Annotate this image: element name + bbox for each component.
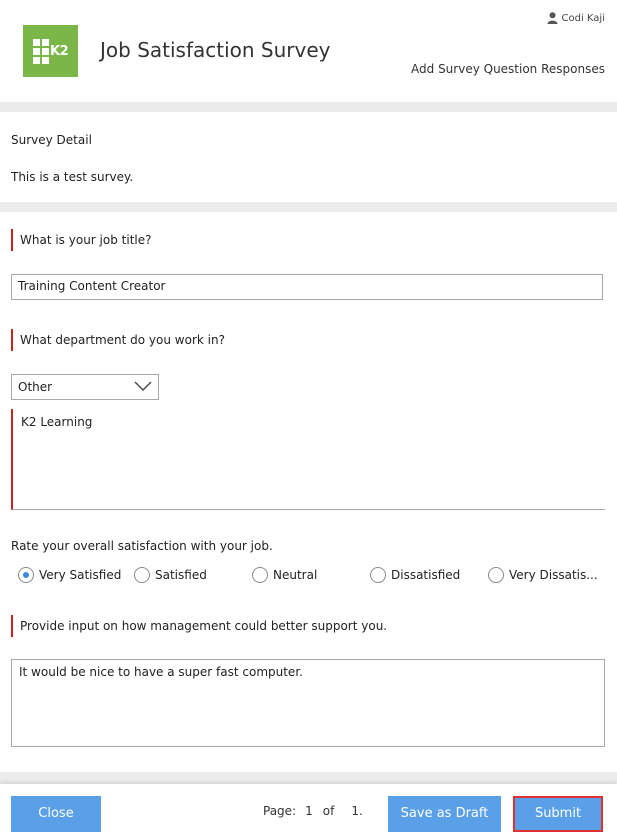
radio-label: Very Satisfied <box>39 568 122 582</box>
logo-text: K2 <box>50 44 69 59</box>
survey-detail-heading: Survey Detail <box>11 133 92 147</box>
section-divider <box>0 202 617 212</box>
chevron-down-icon <box>134 381 152 391</box>
radio-dissatisfied[interactable]: Dissatisfied <box>370 567 460 583</box>
radio-button-selected[interactable] <box>18 567 34 583</box>
radio-very-satisfied[interactable]: Very Satisfied <box>18 567 121 583</box>
department-other-input[interactable]: K2 Learning <box>11 409 605 510</box>
pagination: Page: 1 of 1. <box>263 804 363 818</box>
radio-label: Dissatisfied <box>391 568 461 582</box>
survey-description: This is a test survey. <box>11 170 134 184</box>
radio-button[interactable] <box>134 567 150 583</box>
save-as-draft-button[interactable]: Save as Draft <box>388 796 501 832</box>
user-menu[interactable]: Codi Kaji <box>547 12 605 24</box>
user-icon <box>547 12 558 24</box>
radio-button[interactable] <box>488 567 504 583</box>
page-header: K2 Job Satisfaction Survey Codi Kaji Add… <box>0 0 617 102</box>
page-total: 1. <box>351 804 363 818</box>
question-management-label: Provide input on how management could be… <box>11 615 387 637</box>
question-satisfaction-label: Rate your overall satisfaction with your… <box>11 539 273 553</box>
department-select[interactable]: Other <box>11 374 159 400</box>
radio-button[interactable] <box>252 567 268 583</box>
page-title: Job Satisfaction Survey <box>100 38 331 62</box>
radio-label: Neutral <box>273 568 318 582</box>
page-of-label: of <box>322 804 335 818</box>
submit-button[interactable]: Submit <box>513 796 603 832</box>
radio-button[interactable] <box>370 567 386 583</box>
radio-satisfied[interactable]: Satisfied <box>134 567 207 583</box>
job-title-input[interactable]: Training Content Creator <box>11 274 603 300</box>
page-label: Page: <box>263 804 297 818</box>
radio-neutral[interactable]: Neutral <box>252 567 317 583</box>
page-current: 1 <box>305 804 313 818</box>
question-job-title-label: What is your job title? <box>11 229 151 251</box>
department-selected-value: Other <box>18 380 53 394</box>
section-divider <box>0 772 617 784</box>
question-department-label: What department do you work in? <box>11 329 225 351</box>
form-subtitle: Add Survey Question Responses <box>411 62 605 76</box>
user-name: Codi Kaji <box>561 12 605 24</box>
section-divider <box>0 102 617 112</box>
survey-detail-panel <box>0 114 617 202</box>
management-feedback-textarea[interactable]: It would be nice to have a super fast co… <box>11 659 605 747</box>
radio-label: Very Dissatis... <box>509 568 598 582</box>
radio-label: Satisfied <box>155 568 207 582</box>
close-button[interactable]: Close <box>11 796 101 832</box>
k2-logo: K2 <box>23 25 78 77</box>
radio-very-dissatisfied[interactable]: Very Dissatis... <box>488 567 598 583</box>
